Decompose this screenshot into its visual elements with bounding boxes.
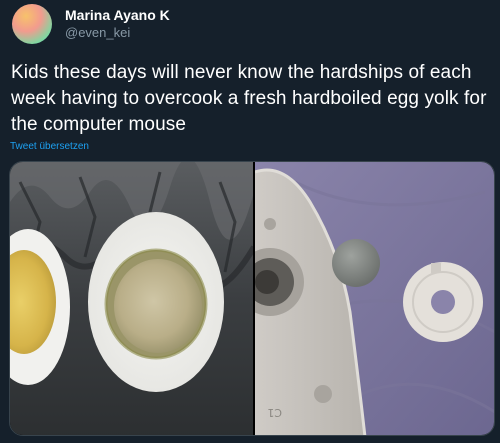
eggs-image — [10, 162, 253, 435]
photo-mouse[interactable]: C1 — [254, 162, 494, 435]
author-names: Marina Ayano K @even_kei — [65, 6, 170, 42]
tweet-header: Marina Ayano K @even_kei — [12, 2, 488, 46]
mouse-parts-image: C1 — [254, 162, 494, 435]
display-name[interactable]: Marina Ayano K — [65, 6, 170, 24]
shell-marking: C1 — [267, 406, 282, 419]
handle[interactable]: @even_kei — [65, 24, 170, 42]
tweet-text: Kids these days will never know the hard… — [11, 62, 487, 135]
photo-eggs[interactable] — [10, 162, 253, 435]
avatar[interactable] — [12, 4, 52, 44]
translate-link[interactable]: Tweet übersetzen — [10, 140, 89, 154]
media-grid: C1 — [9, 161, 495, 436]
